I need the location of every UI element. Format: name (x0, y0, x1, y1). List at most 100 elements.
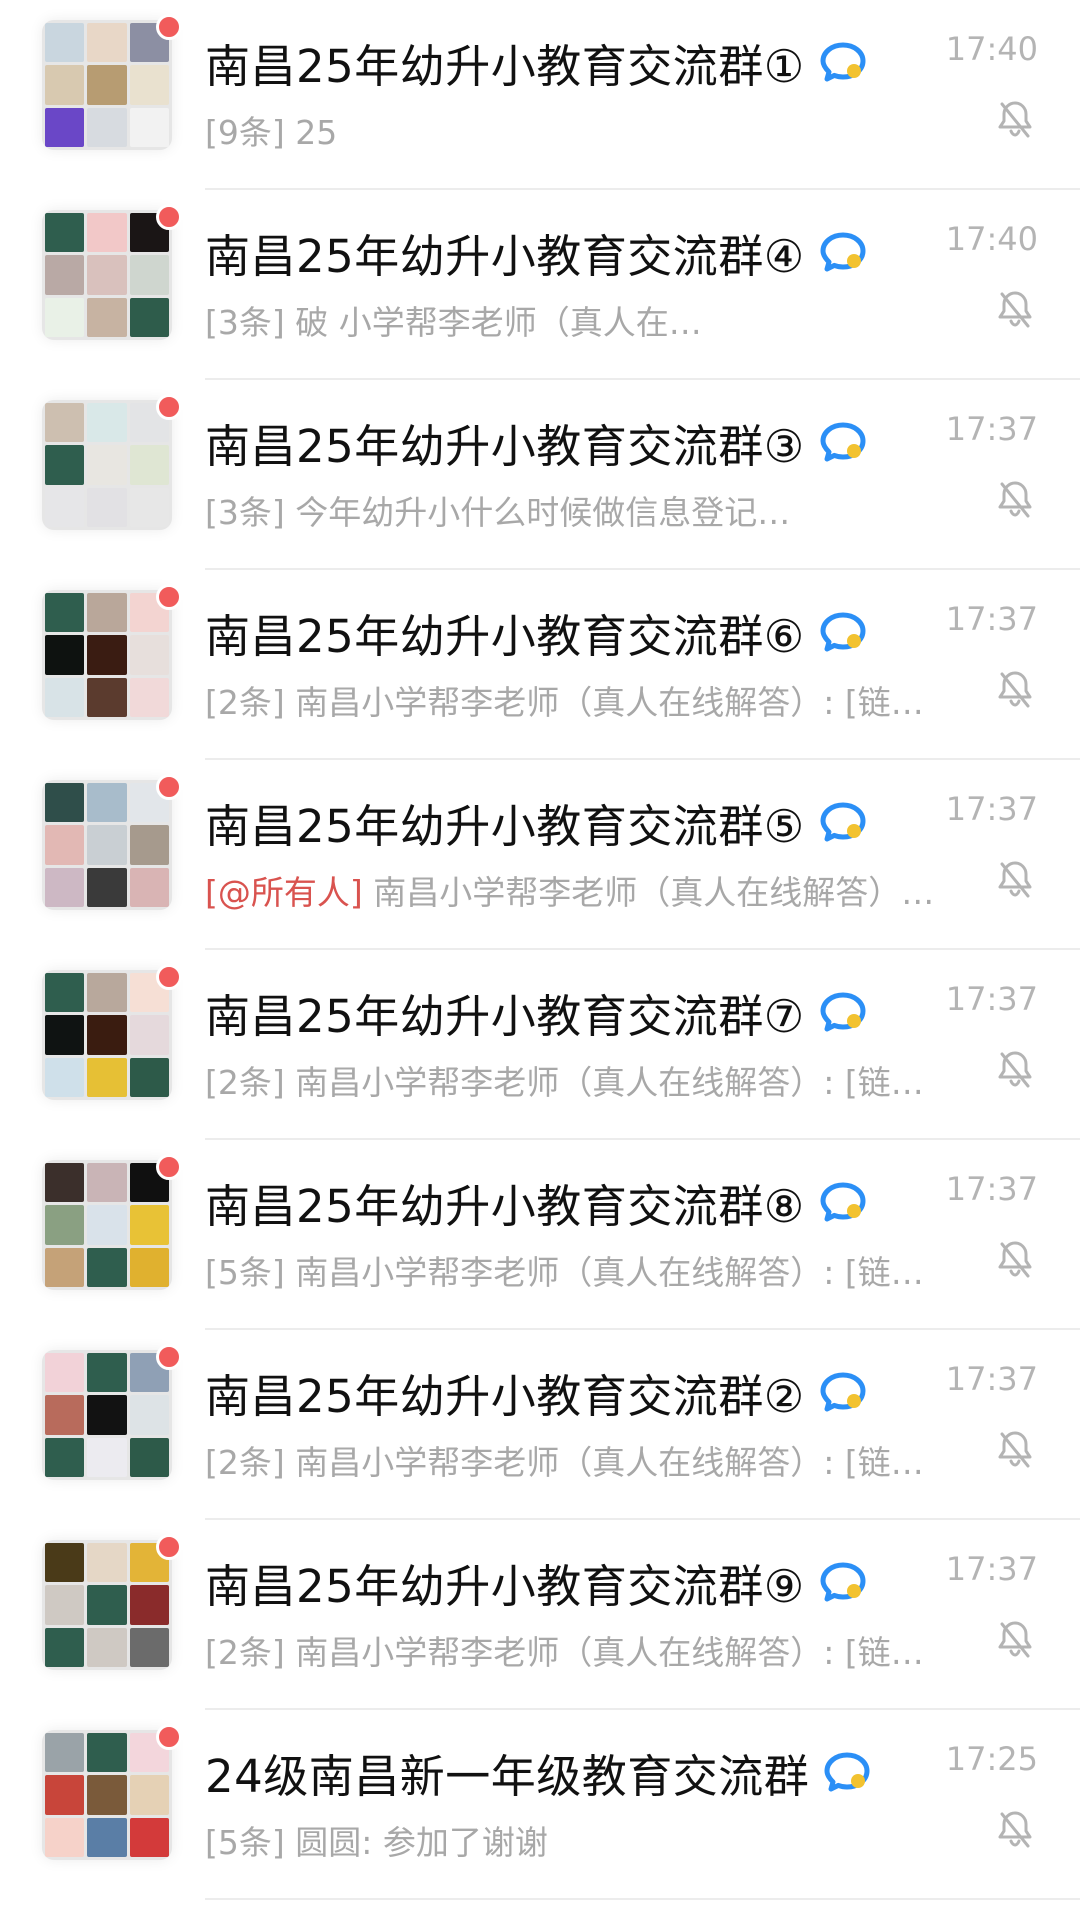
message-preview: [3条] 今年幼升小什么时候做信息登记… (205, 486, 965, 532)
bell-muted-icon[interactable] (992, 1806, 1038, 1852)
group-avatar[interactable] (42, 1540, 172, 1670)
avatar-tile (87, 1163, 127, 1203)
chat-bubble-icon (817, 799, 869, 845)
preview-text: 南昌小学帮李老师（真人在线解答）… (373, 873, 935, 912)
bell-muted-icon[interactable] (992, 1616, 1038, 1662)
avatar-tile (87, 487, 127, 527)
group-avatar[interactable] (42, 780, 172, 910)
message-preview: [2条] 南昌小学帮李老师（真人在线解答）: [链… (205, 1056, 965, 1102)
avatar-tile (129, 1247, 169, 1287)
chat-bubble-icon (817, 1179, 869, 1225)
bell-muted-icon[interactable] (992, 856, 1038, 902)
avatar-tile (45, 1733, 85, 1773)
group-avatar[interactable] (42, 210, 172, 340)
message-preview: [2条] 南昌小学帮李老师（真人在线解答）: [链… (205, 1436, 965, 1482)
chat-row[interactable]: 南昌25年幼升小教育交流群② [2条] 南昌小学帮李老师（真人在线解答）: [链… (0, 1330, 1080, 1520)
chat-row[interactable]: 南昌25年幼升小教育交流群① [9条] 25 17:40 (0, 0, 1080, 190)
message-count: [3条] (205, 493, 285, 532)
bell-muted-icon[interactable] (992, 476, 1038, 522)
group-avatar[interactable] (42, 1350, 172, 1480)
chat-title: 24级南昌新一年级教育交流群 (205, 1749, 810, 1803)
chat-title: 南昌25年幼升小教育交流群① (205, 39, 805, 93)
bell-muted-icon[interactable] (992, 666, 1038, 712)
message-count: [3条] (205, 303, 285, 342)
avatar-tile (45, 1057, 85, 1097)
group-avatar[interactable] (42, 1730, 172, 1860)
chat-bubble-icon (817, 609, 869, 655)
avatar-tile (87, 1057, 127, 1097)
group-avatar[interactable] (42, 400, 172, 530)
chat-time: 17:37 (945, 1170, 1038, 1208)
avatar-tile (129, 635, 169, 675)
avatar-tile (129, 107, 169, 147)
chat-row[interactable]: 南昌25年幼升小教育交流群⑦ [2条] 南昌小学帮李老师（真人在线解答）: [链… (0, 950, 1080, 1140)
avatar-tile (45, 213, 85, 253)
bell-muted-icon[interactable] (992, 1426, 1038, 1472)
avatar-tile (87, 1395, 127, 1435)
chat-row[interactable]: 南昌25年幼升小教育交流群⑤ [@所有人] 南昌小学帮李老师（真人在线解答）… 1… (0, 760, 1080, 950)
avatar-tile (87, 1015, 127, 1055)
avatar-tile (45, 1775, 85, 1815)
avatar-tile (45, 1247, 85, 1287)
bell-muted-icon[interactable] (992, 286, 1038, 332)
row-divider (205, 1898, 1080, 1900)
bell-muted-icon[interactable] (992, 1236, 1038, 1282)
bell-muted-icon[interactable] (992, 1046, 1038, 1092)
avatar-tile (45, 65, 85, 105)
avatar-tile (87, 1775, 127, 1815)
avatar-tile (45, 1205, 85, 1245)
avatar-tile (129, 487, 169, 527)
avatar-tile (87, 783, 127, 823)
chat-row[interactable]: 南昌25年幼升小教育交流群④ [3条] 破 小学帮李老师（真人在… 17:40 (0, 190, 1080, 380)
chat-row[interactable]: 南昌25年幼升小教育交流群③ [3条] 今年幼升小什么时候做信息登记… 17:37 (0, 380, 1080, 570)
avatar-tile (129, 1057, 169, 1097)
avatar-tile (45, 783, 85, 823)
message-count: [2条] (205, 1443, 285, 1482)
chat-title-row: 南昌25年幼升小教育交流群⑤ (205, 790, 935, 854)
bell-muted-icon[interactable] (992, 96, 1038, 142)
unread-dot (156, 14, 182, 40)
message-count: [5条] (205, 1823, 285, 1862)
avatar-tile (45, 1817, 85, 1857)
chat-time: 17:37 (945, 980, 1038, 1018)
message-preview: [9条] 25 (205, 106, 965, 152)
chat-title: 南昌25年幼升小教育交流群⑨ (205, 1559, 805, 1613)
avatar-tile (129, 1395, 169, 1435)
unread-dot (156, 204, 182, 230)
avatar-tile (45, 1437, 85, 1477)
chat-row[interactable]: 南昌25年幼升小教育交流群⑥ [2条] 南昌小学帮李老师（真人在线解答）: [链… (0, 570, 1080, 760)
chat-row[interactable]: 南昌25年幼升小教育交流群⑨ [2条] 南昌小学帮李老师（真人在线解答）: [链… (0, 1520, 1080, 1710)
avatar-tile (45, 1585, 85, 1625)
avatar-tile (87, 1733, 127, 1773)
chat-bubble-icon (817, 229, 869, 275)
avatar-tile (87, 867, 127, 907)
chat-row[interactable]: 24级南昌新一年级教育交流群 [5条] 圆圆: 参加了谢谢 17:25 (0, 1710, 1080, 1900)
avatar-tile (87, 1585, 127, 1625)
avatar-tile (87, 1247, 127, 1287)
chat-bubble-icon (817, 1369, 869, 1415)
chat-title: 南昌25年幼升小教育交流群⑧ (205, 1179, 805, 1233)
preview-text: 南昌小学帮李老师（真人在线解答）: [链… (295, 1443, 924, 1482)
avatar-tile (87, 1437, 127, 1477)
group-avatar[interactable] (42, 590, 172, 720)
message-preview: [5条] 圆圆: 参加了谢谢 (205, 1816, 965, 1862)
group-avatar[interactable] (42, 20, 172, 150)
chat-title-row: 南昌25年幼升小教育交流群⑦ (205, 980, 935, 1044)
message-count: [9条] (205, 113, 285, 152)
group-avatar[interactable] (42, 1160, 172, 1290)
chat-title: 南昌25年幼升小教育交流群⑥ (205, 609, 805, 663)
avatar-tile (45, 1627, 85, 1667)
preview-text: 南昌小学帮李老师（真人在线解答）: [链… (295, 1253, 924, 1292)
unread-dot (156, 1534, 182, 1560)
message-preview: [@所有人] 南昌小学帮李老师（真人在线解答）… (205, 866, 965, 912)
avatar-tile (129, 1627, 169, 1667)
avatar-tile (87, 445, 127, 485)
avatar-tile (129, 65, 169, 105)
chat-bubble-icon (817, 989, 869, 1035)
chat-title-row: 南昌25年幼升小教育交流群⑥ (205, 600, 935, 664)
avatar-tile (87, 1543, 127, 1583)
group-avatar[interactable] (42, 970, 172, 1100)
chat-row[interactable]: 南昌25年幼升小教育交流群⑧ [5条] 南昌小学帮李老师（真人在线解答）: [链… (0, 1140, 1080, 1330)
avatar-tile (129, 1585, 169, 1625)
avatar-tile (45, 445, 85, 485)
